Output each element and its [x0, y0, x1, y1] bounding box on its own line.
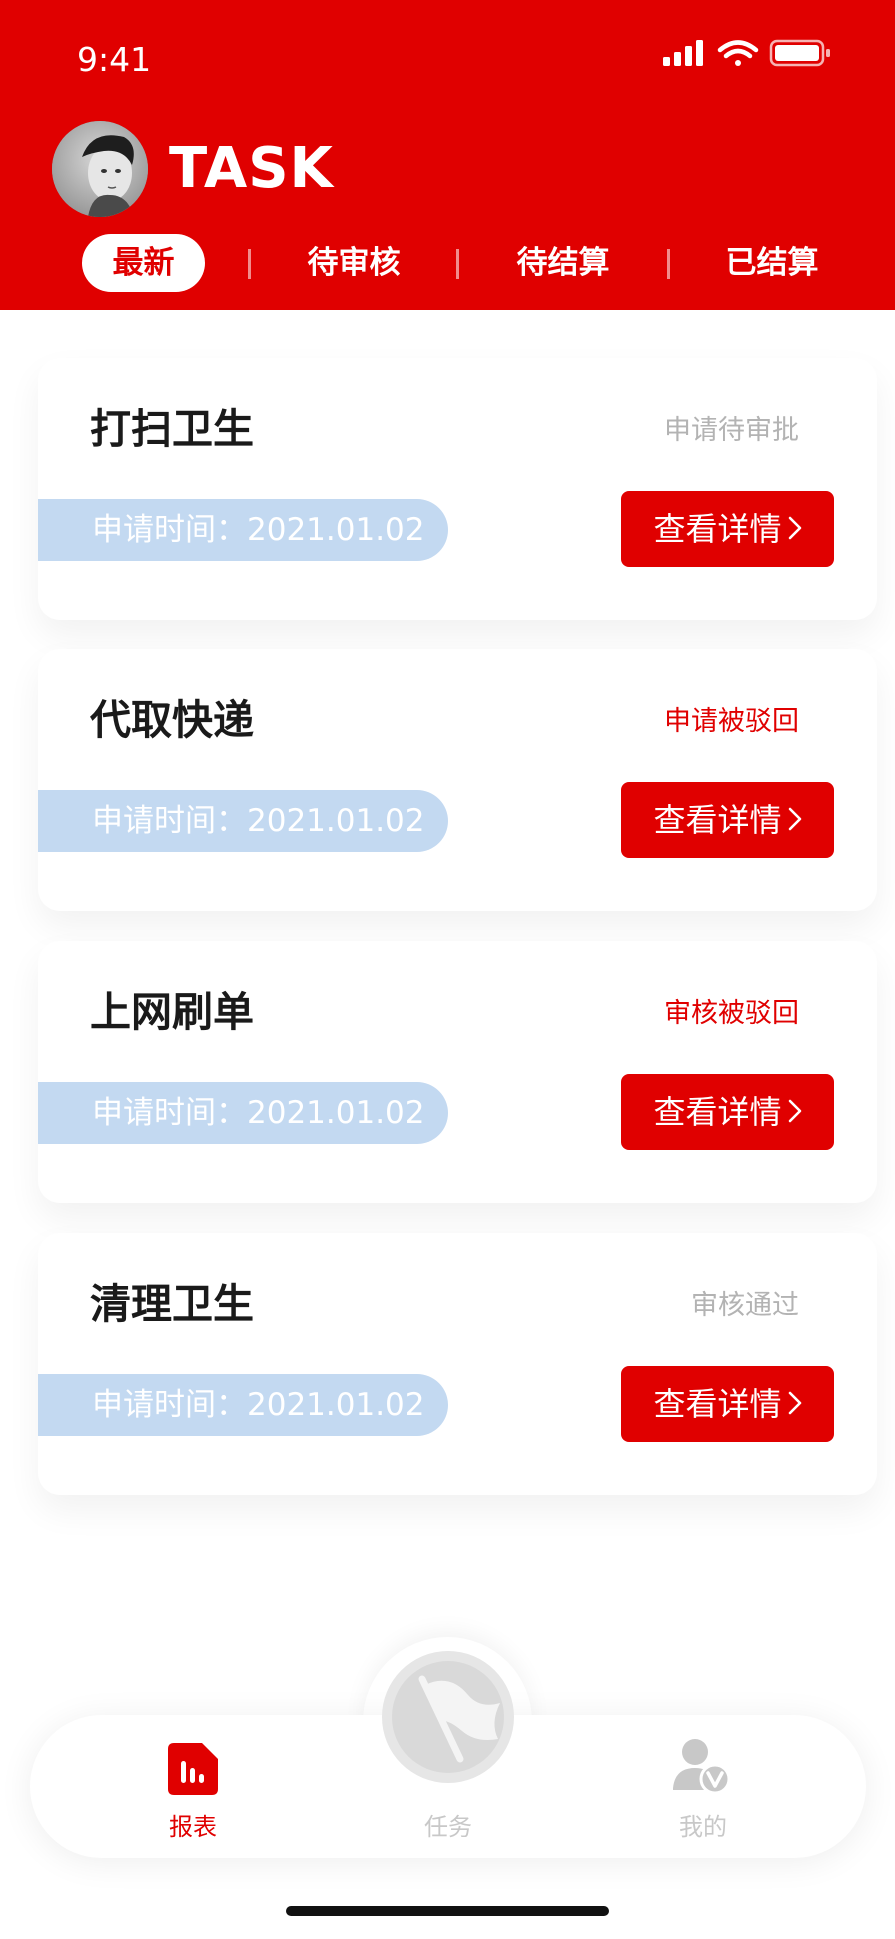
nav-label-task: 任务: [424, 1813, 472, 1841]
tab-pending-review[interactable]: 待审核: [293, 234, 415, 292]
view-details-button[interactable]: 查看详情: [621, 782, 834, 858]
task-card: 清理卫生 审核通过 申请时间：2021.01.02 查看详情: [38, 1233, 877, 1495]
view-details-button[interactable]: 查看详情: [621, 1074, 834, 1150]
nav-item-report[interactable]: 报表: [133, 1741, 253, 1851]
tab-settled[interactable]: 已结算: [711, 234, 833, 292]
view-details-label: 查看详情: [653, 801, 782, 839]
view-details-label: 查看详情: [653, 510, 782, 548]
nav-label-report: 报表: [169, 1813, 217, 1841]
chevron-right-icon: [788, 491, 802, 567]
user-verified-icon: [673, 1739, 731, 1795]
header: 9:41 TASK 最新 待审核 待结算 已结算: [0, 0, 895, 310]
home-indicator: [286, 1906, 609, 1916]
battery-icon: [769, 39, 830, 67]
task-title: 打扫卫生: [90, 405, 254, 453]
view-details-button[interactable]: 查看详情: [621, 1366, 834, 1442]
task-status: 申请被驳回: [664, 706, 799, 737]
task-card: 打扫卫生 申请待审批 申请时间：2021.01.02 查看详情: [38, 358, 877, 620]
tab-bar: 最新 待审核 待结算 已结算: [0, 234, 895, 292]
tab-pending-settlement[interactable]: 待结算: [502, 234, 624, 292]
tab-latest[interactable]: 最新: [82, 234, 205, 292]
task-title: 上网刷单: [90, 988, 254, 1036]
task-status: 审核通过: [691, 1290, 799, 1321]
app-title: TASK: [169, 136, 334, 201]
task-card: 代取快递 申请被驳回 申请时间：2021.01.02 查看详情: [38, 649, 877, 911]
flag-icon: [382, 1651, 514, 1783]
apply-date-pill: 申请时间：2021.01.02: [38, 1082, 448, 1144]
apply-date-pill: 申请时间：2021.01.02: [38, 790, 448, 852]
apply-date-pill: 申请时间：2021.01.02: [38, 1374, 448, 1436]
cellular-signal-icon: [663, 40, 703, 66]
task-card: 上网刷单 审核被驳回 申请时间：2021.01.02 查看详情: [38, 941, 877, 1203]
nav-item-mine[interactable]: 我的: [643, 1736, 763, 1851]
view-details-label: 查看详情: [653, 1093, 782, 1131]
tab-divider: [248, 249, 251, 279]
wifi-icon: [717, 40, 759, 66]
avatar[interactable]: [52, 121, 148, 217]
report-icon: [168, 1743, 218, 1795]
task-title: 代取快递: [90, 696, 254, 744]
chevron-right-icon: [788, 1074, 802, 1150]
chevron-right-icon: [788, 1366, 802, 1442]
chevron-right-icon: [788, 782, 802, 858]
view-details-label: 查看详情: [653, 1385, 782, 1423]
task-title: 清理卫生: [90, 1280, 254, 1328]
nav-item-task[interactable]: 任务: [382, 1651, 514, 1851]
status-time: 9:41: [77, 40, 152, 79]
status-icons: [663, 39, 830, 67]
apply-date-pill: 申请时间：2021.01.02: [38, 499, 448, 561]
tab-divider: [456, 249, 459, 279]
view-details-button[interactable]: 查看详情: [621, 491, 834, 567]
tab-divider: [667, 249, 670, 279]
task-status: 审核被驳回: [664, 998, 799, 1029]
task-status: 申请待审批: [664, 415, 799, 446]
avatar-image: [52, 121, 148, 217]
nav-label-mine: 我的: [679, 1813, 727, 1841]
